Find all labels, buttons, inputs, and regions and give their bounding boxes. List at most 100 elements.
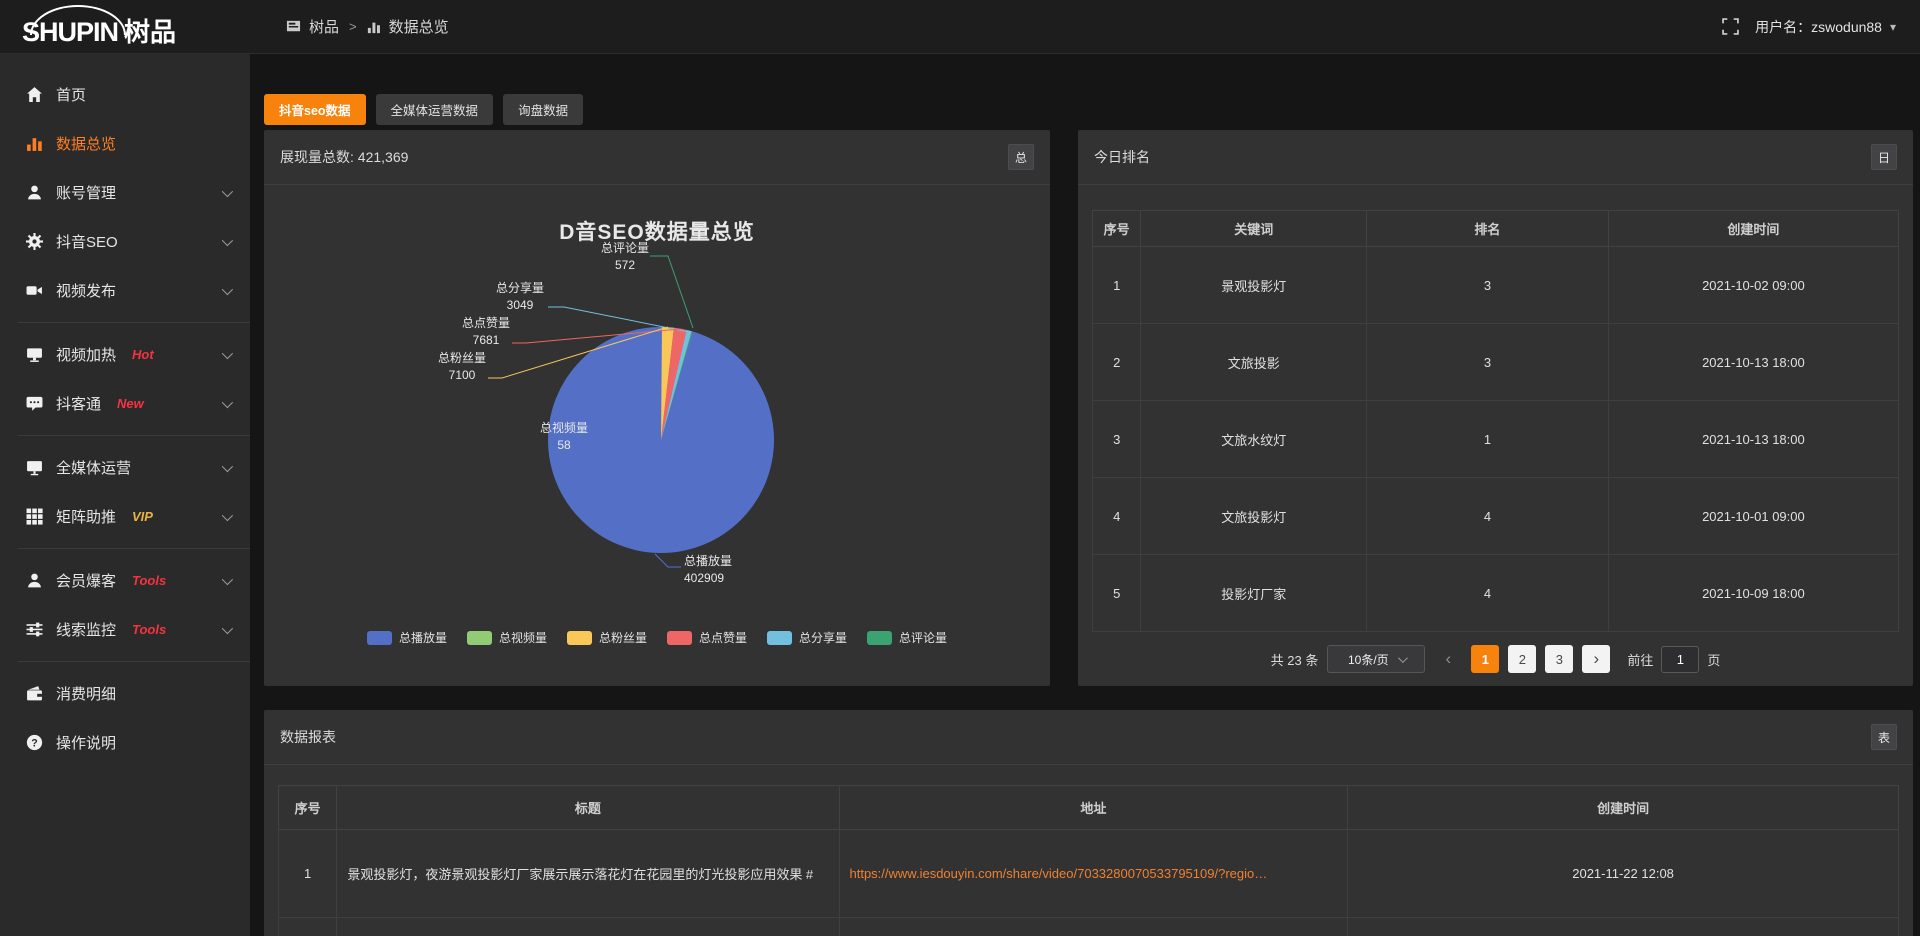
report-panel-title: 数据报表 xyxy=(280,727,336,747)
sidebar-item-video-heat[interactable]: 视频加热 Hot xyxy=(0,330,250,379)
chevron-down-icon xyxy=(222,509,233,520)
new-badge: New xyxy=(117,396,144,411)
bar-chart-icon xyxy=(367,20,381,34)
leader-line-share xyxy=(548,307,689,332)
sliders-icon xyxy=(26,621,43,638)
overview-panel: 展现量总数: 421,369 总 D音SEO数据量总览 总评论量 572 总分享… xyxy=(264,130,1050,686)
legend-item[interactable]: 总点赞量 xyxy=(667,629,747,646)
tools-badge: Tools xyxy=(132,573,166,588)
board-icon xyxy=(286,19,301,34)
svg-text:?: ? xyxy=(31,737,37,749)
chevron-down-icon xyxy=(222,185,233,196)
leader-line-play xyxy=(655,554,681,567)
legend-swatch xyxy=(867,631,892,645)
bar-chart-icon xyxy=(26,135,43,152)
sidebar-item-clue-monitor[interactable]: 线索监控 Tools xyxy=(0,605,250,654)
chevron-down-icon xyxy=(1398,653,1408,663)
pie-label-play: 总播放量 402909 xyxy=(684,553,774,587)
fullscreen-icon[interactable] xyxy=(1722,18,1739,35)
sidebar-item-account[interactable]: 账号管理 xyxy=(0,168,250,217)
sidebar-item-media-ops[interactable]: 全媒体运营 xyxy=(0,443,250,492)
sidebar-item-doukeTong[interactable]: 抖客通 New xyxy=(0,379,250,428)
next-page-button[interactable]: › xyxy=(1582,645,1610,673)
breadcrumb: 树品 > 数据总览 xyxy=(286,16,449,37)
legend-item[interactable]: 总视频量 xyxy=(467,629,547,646)
table-header-row: 序号 关键词 排名 创建时间 xyxy=(1093,211,1899,247)
page-1-button[interactable]: 1 xyxy=(1471,645,1499,673)
sidebar-item-help[interactable]: ? 操作说明 xyxy=(0,718,250,767)
ranking-table: 序号 关键词 排名 创建时间 1 景观投影灯 3 2021-10-02 09:0… xyxy=(1092,210,1899,632)
breadcrumb-root[interactable]: 树品 xyxy=(309,16,339,37)
tab-douyin-seo-data[interactable]: 抖音seo数据 xyxy=(264,94,366,125)
pie-label-video: 总视频量 58 xyxy=(518,420,610,454)
table-row: 1 景观投影灯，夜游景观投影灯厂家展示展示落花灯在花园里的灯光投影应用效果 # … xyxy=(279,830,1899,918)
table-row: 2 文旅投影 3 2021-10-13 18:00 xyxy=(1093,324,1899,401)
chevron-down-icon xyxy=(222,234,233,245)
goto-page-input[interactable] xyxy=(1661,646,1699,673)
caret-down-icon[interactable]: ▾ xyxy=(1890,20,1896,34)
sidebar-item-home[interactable]: 首页 xyxy=(0,70,250,119)
pie-label-like: 总点赞量 7681 xyxy=(441,315,531,349)
page-size-select[interactable]: 10条/页 xyxy=(1327,645,1425,673)
breadcrumb-current[interactable]: 数据总览 xyxy=(389,16,449,37)
main-content: 抖音seo数据 全媒体运营数据 询盘数据 展现量总数: 421,369 总 D音… xyxy=(250,54,1920,936)
sidebar-item-video-publish[interactable]: 视频发布 xyxy=(0,266,250,315)
total-count-label: 共 23 条 xyxy=(1271,650,1319,669)
chevron-down-icon xyxy=(222,460,233,471)
sidebar-divider xyxy=(18,548,250,549)
grid-icon xyxy=(26,508,43,525)
today-ranking-panel: 今日排名 日 序号 关键词 排名 创建时间 1 景观投影灯 xyxy=(1078,130,1913,686)
vip-badge: VIP xyxy=(132,509,153,524)
sidebar-item-spend-details[interactable]: 消费明细 xyxy=(0,669,250,718)
legend-item[interactable]: 总粉丝量 xyxy=(567,629,647,646)
video-camera-icon xyxy=(26,282,43,299)
sidebar-divider xyxy=(18,661,250,662)
chevron-down-icon xyxy=(222,396,233,407)
page-2-button[interactable]: 2 xyxy=(1508,645,1536,673)
legend-item[interactable]: 总播放量 xyxy=(367,629,447,646)
seo-pie-chart xyxy=(264,130,1050,686)
breadcrumb-separator: > xyxy=(349,19,357,34)
table-row: 4 文旅投影灯 4 2021-10-01 09:00 xyxy=(1093,478,1899,555)
logo-text-cn: 树品 xyxy=(124,10,176,54)
ranking-panel-title: 今日排名 xyxy=(1094,147,1150,167)
table-toggle-button[interactable]: 表 xyxy=(1871,724,1897,750)
pie-label-fans: 总粉丝量 7100 xyxy=(417,350,507,384)
legend-item[interactable]: 总分享量 xyxy=(767,629,847,646)
sidebar-nav: 首页 数据总览 账号管理 抖音SEO 视频发布 视频加热 Hot 抖客通 New… xyxy=(0,54,250,936)
video-url-link[interactable]: https://www.iesdouyin.com/share/video/70… xyxy=(850,866,1268,881)
day-toggle-button[interactable]: 日 xyxy=(1871,144,1897,170)
page-3-button[interactable]: 3 xyxy=(1545,645,1573,673)
hot-badge: Hot xyxy=(132,347,154,362)
sidebar-item-data-overview[interactable]: 数据总览 xyxy=(0,119,250,168)
wallet-icon xyxy=(26,685,43,702)
sidebar-item-douyin-seo[interactable]: 抖音SEO xyxy=(0,217,250,266)
goto-page-suffix: 页 xyxy=(1707,650,1720,669)
question-circle-icon: ? xyxy=(26,734,43,751)
home-icon xyxy=(26,86,43,103)
prev-page-button[interactable]: ‹ xyxy=(1434,645,1462,673)
pie-label-share: 总分享量 3049 xyxy=(475,280,565,314)
chevron-down-icon xyxy=(222,347,233,358)
pagination: 共 23 条 10条/页 ‹ 1 2 3 › 前往 页 xyxy=(1092,645,1899,673)
chevron-down-icon xyxy=(222,283,233,294)
legend-item[interactable]: 总评论量 xyxy=(867,629,947,646)
sidebar-item-member-leads[interactable]: 会员爆客 Tools xyxy=(0,556,250,605)
top-header: SHUPIN 树品 树品 > 数据总览 用户名：zswodun88 ▾ xyxy=(0,0,1920,54)
sidebar-divider xyxy=(18,435,250,436)
tab-media-ops-data[interactable]: 全媒体运营数据 xyxy=(376,94,494,125)
pie-label-comment: 总评论量 572 xyxy=(580,240,670,274)
sidebar-divider xyxy=(18,322,250,323)
pie-legend: 总播放量 总视频量 总粉丝量 总点赞量 总分享量 总评论量 xyxy=(264,629,1050,646)
app-logo[interactable]: SHUPIN 树品 xyxy=(0,0,250,54)
goto-page-label: 前往 xyxy=(1627,650,1653,669)
data-report-panel: 数据报表 表 序号 标题 地址 创建时间 1 景观投影灯，夜游景观投影灯 xyxy=(264,710,1913,936)
member-icon xyxy=(26,572,43,589)
chevron-down-icon xyxy=(222,573,233,584)
sidebar-item-matrix-boost[interactable]: 矩阵助推 VIP xyxy=(0,492,250,541)
username-label[interactable]: 用户名：zswodun88 xyxy=(1755,17,1882,37)
tab-inquiry-data[interactable]: 询盘数据 xyxy=(503,94,583,125)
screen-heat-icon xyxy=(26,346,43,363)
video-url-cell: https://www.iesdouyin.com/share/video/70… xyxy=(839,830,1348,918)
legend-swatch xyxy=(667,631,692,645)
